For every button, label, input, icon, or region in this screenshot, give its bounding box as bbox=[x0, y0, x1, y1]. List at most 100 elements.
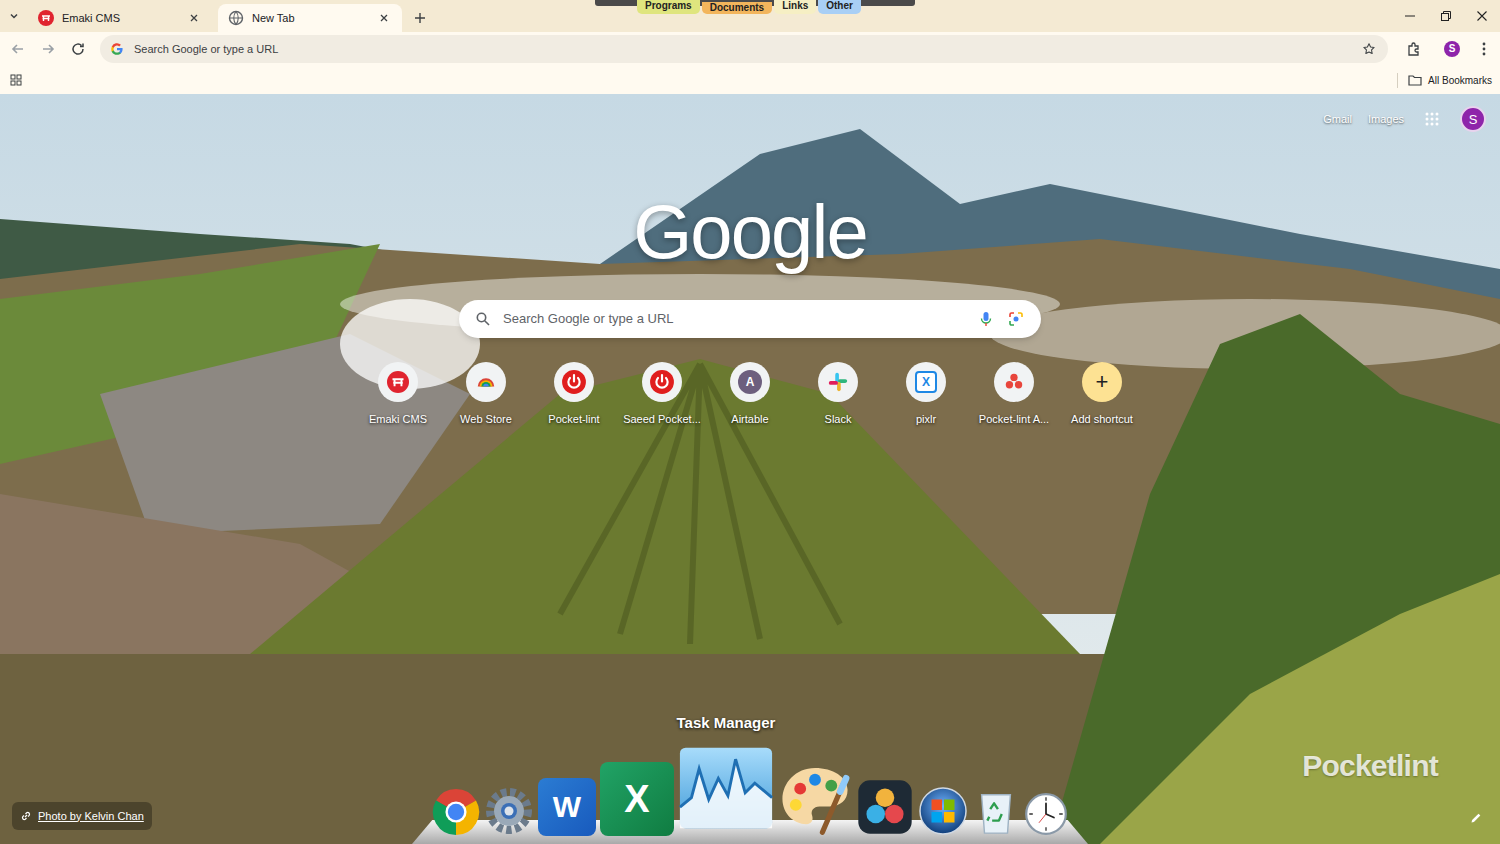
window-controls bbox=[1392, 0, 1500, 32]
power-icon bbox=[561, 369, 587, 395]
word-icon: W bbox=[538, 778, 596, 836]
excel-icon: X bbox=[600, 762, 674, 836]
new-tab-icon[interactable] bbox=[406, 4, 434, 32]
shortcut[interactable]: Saeed Pocket... bbox=[618, 362, 706, 426]
dots-icon bbox=[1001, 369, 1027, 395]
tabs: Emaki CMS New Tab bbox=[28, 4, 402, 32]
shortcut[interactable]: AAirtable bbox=[706, 362, 794, 426]
forward-icon[interactable] bbox=[34, 35, 62, 63]
profile-initial: S bbox=[1449, 44, 1456, 54]
dock-item[interactable]: X bbox=[600, 762, 674, 836]
windows-icon bbox=[918, 786, 968, 836]
launcher-tab[interactable]: Documents bbox=[702, 0, 772, 14]
all-bookmarks[interactable]: All Bookmarks bbox=[1397, 73, 1492, 88]
recycle-icon bbox=[972, 788, 1020, 836]
launcher-tab[interactable]: Programs bbox=[637, 0, 700, 14]
link-icon bbox=[20, 810, 32, 822]
dock-item[interactable]: W bbox=[538, 778, 596, 836]
taskmanager-icon bbox=[678, 740, 774, 836]
shortcut[interactable]: Emaki CMS bbox=[354, 362, 442, 426]
browser-tab[interactable]: Emaki CMS bbox=[28, 4, 212, 32]
dock-item[interactable] bbox=[432, 788, 480, 836]
tab-title: Emaki CMS bbox=[62, 10, 178, 27]
close-window-icon[interactable] bbox=[1464, 0, 1500, 32]
shortcut[interactable]: Pocket-lint A... bbox=[970, 362, 1058, 426]
all-bookmarks-label: All Bookmarks bbox=[1428, 73, 1492, 88]
launcher-tab[interactable]: Links bbox=[774, 0, 816, 14]
browser-tab[interactable]: New Tab bbox=[218, 4, 402, 32]
shortcut-label: Saeed Pocket... bbox=[623, 412, 701, 426]
slack-icon bbox=[825, 369, 851, 395]
search-field[interactable] bbox=[503, 309, 965, 329]
header-link[interactable]: Gmail bbox=[1323, 111, 1352, 128]
star-icon[interactable] bbox=[1360, 40, 1378, 58]
extensions-icon[interactable] bbox=[1396, 35, 1432, 63]
dock-item[interactable] bbox=[1024, 792, 1068, 836]
launcher-tab-label: Links bbox=[774, 0, 816, 14]
add-glyph: + bbox=[1096, 371, 1109, 393]
shortcut-icon-tile bbox=[466, 362, 506, 402]
new-tab-page: GmailImagesSGoogleEmaki CMSWeb StorePock… bbox=[0, 94, 1500, 844]
shortcut-label: pixlr bbox=[916, 412, 936, 426]
tab-search-icon[interactable] bbox=[0, 0, 28, 32]
header-link[interactable]: Images bbox=[1368, 111, 1404, 128]
restore-icon[interactable] bbox=[1428, 0, 1464, 32]
menu-icon[interactable] bbox=[1472, 35, 1496, 63]
account-initial: S bbox=[1469, 113, 1478, 126]
back-icon[interactable] bbox=[4, 35, 32, 63]
reload-icon[interactable] bbox=[64, 35, 92, 63]
tab-title: New Tab bbox=[252, 10, 368, 27]
emaki-icon bbox=[385, 369, 411, 395]
launcher-tab[interactable]: Other bbox=[818, 0, 861, 14]
shortcut[interactable]: Xpixlr bbox=[882, 362, 970, 426]
google-icon bbox=[110, 42, 124, 56]
shortcut[interactable]: Pocket-lint bbox=[530, 362, 618, 426]
launcher-tab-label: Programs bbox=[637, 0, 700, 14]
shortcut[interactable]: Web Store bbox=[442, 362, 530, 426]
close-icon[interactable] bbox=[376, 10, 392, 26]
shortcut-icon-tile bbox=[378, 362, 418, 402]
clock-icon bbox=[1024, 792, 1068, 836]
shortcut-icon-tile bbox=[994, 362, 1034, 402]
dock-tooltip: Task Manager bbox=[677, 712, 776, 735]
shortcut-label: Web Store bbox=[460, 412, 512, 426]
dock-item[interactable] bbox=[856, 778, 914, 836]
dock: WX Task Manager bbox=[412, 740, 1088, 844]
mic-icon[interactable] bbox=[977, 310, 995, 328]
apps-icon[interactable] bbox=[8, 72, 24, 88]
dock-item[interactable] bbox=[778, 762, 852, 836]
account-avatar[interactable]: S bbox=[1460, 106, 1486, 132]
close-icon[interactable] bbox=[186, 10, 202, 26]
search-box bbox=[459, 300, 1041, 338]
minimize-icon[interactable] bbox=[1392, 0, 1428, 32]
launcher: ProgramsDocumentsLinksOther bbox=[595, 0, 915, 16]
shortcut-icon-tile: X bbox=[906, 362, 946, 402]
shortcut-label: Pocket-lint bbox=[548, 412, 599, 426]
settings-icon bbox=[484, 786, 534, 836]
profile-avatar[interactable]: S bbox=[1444, 41, 1460, 57]
power-icon bbox=[649, 369, 675, 395]
photo-credit[interactable]: Photo by Kelvin Chan bbox=[12, 802, 152, 831]
emaki-icon bbox=[38, 10, 54, 26]
omnibox bbox=[100, 35, 1388, 63]
new-tab-content: GmailImagesSGoogleEmaki CMSWeb StorePock… bbox=[0, 94, 1500, 426]
toolbar: S bbox=[0, 32, 1500, 66]
dock-item[interactable] bbox=[972, 788, 1020, 836]
google-apps-icon[interactable] bbox=[1420, 107, 1444, 131]
folder-icon bbox=[1408, 73, 1422, 87]
shortcut-icon-tile: A bbox=[730, 362, 770, 402]
shortcut-icon-tile bbox=[554, 362, 594, 402]
tab-strip: Emaki CMS New Tab ProgramsDocumentsLinksOt… bbox=[0, 0, 1500, 32]
dock-item[interactable] bbox=[484, 786, 534, 836]
ntp-header: Gmail Images S bbox=[0, 94, 1500, 144]
shortcut-label: Slack bbox=[825, 412, 852, 426]
customize-icon[interactable] bbox=[1466, 808, 1486, 828]
chrome-icon bbox=[432, 788, 480, 836]
dock-item[interactable]: Task Manager bbox=[678, 740, 774, 836]
app-letter: X bbox=[624, 780, 649, 818]
shortcut[interactable]: Slack bbox=[794, 362, 882, 426]
shortcut[interactable]: +Add shortcut bbox=[1058, 362, 1146, 426]
dock-item[interactable] bbox=[918, 786, 968, 836]
address-field[interactable] bbox=[134, 41, 1350, 58]
lens-icon[interactable] bbox=[1007, 310, 1025, 328]
